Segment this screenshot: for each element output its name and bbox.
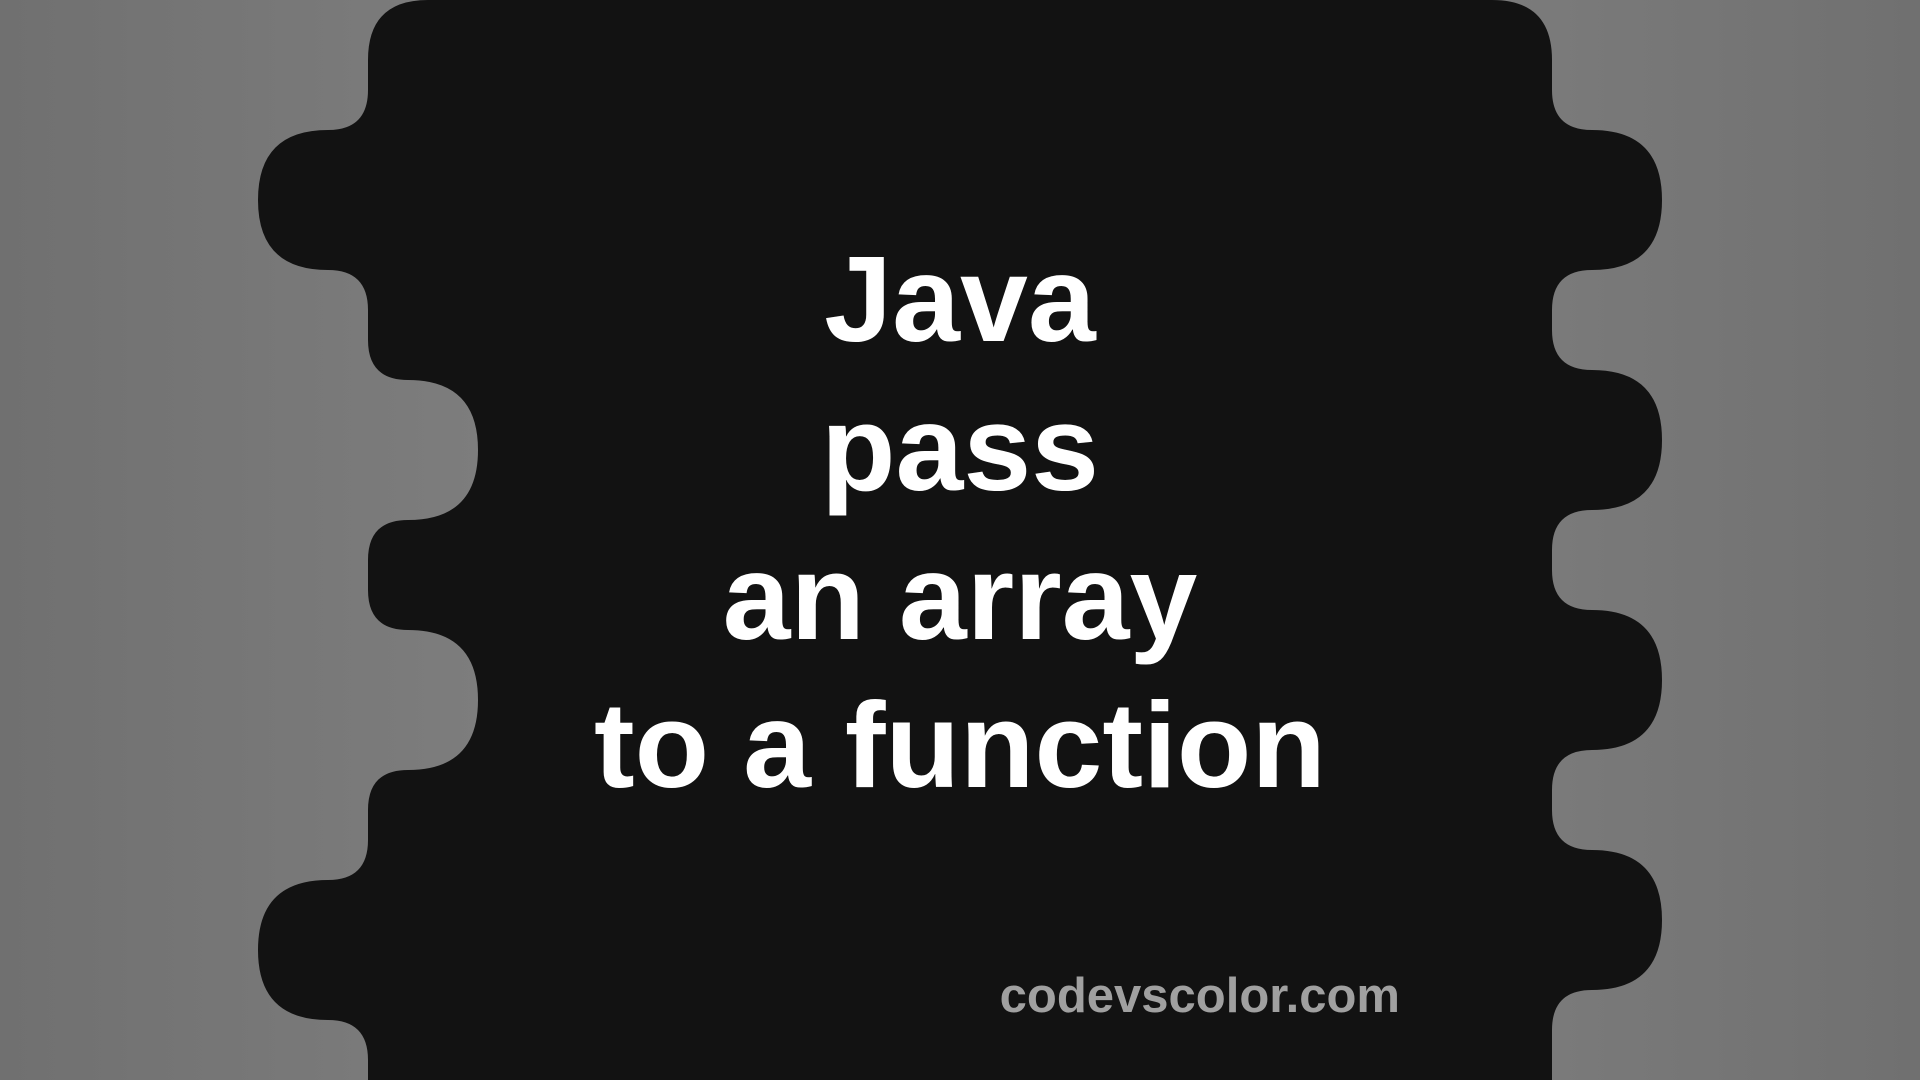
banner-title: Java pass an array to a function <box>0 225 1920 820</box>
title-line-3: an array <box>0 523 1920 672</box>
title-line-2: pass <box>0 374 1920 523</box>
title-line-4: to a function <box>0 671 1920 820</box>
watermark-text: codevscolor.com <box>1000 968 1400 1024</box>
banner-canvas: Java pass an array to a function codevsc… <box>0 0 1920 1080</box>
title-line-1: Java <box>0 225 1920 374</box>
